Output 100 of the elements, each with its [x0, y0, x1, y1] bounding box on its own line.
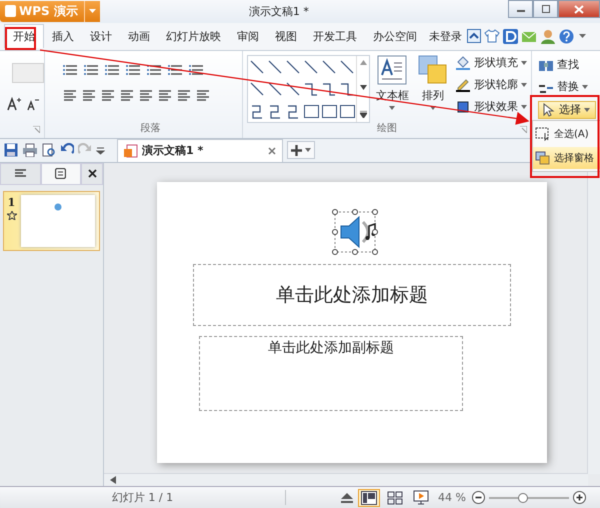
find-button[interactable]: 查找 [538, 56, 596, 73]
select-all-icon [535, 127, 551, 141]
maximize-button[interactable] [533, 0, 558, 18]
connector-shape-icon[interactable] [252, 105, 262, 118]
line-shape-icon[interactable] [286, 60, 300, 74]
eject-icon[interactable] [340, 492, 354, 504]
minimize-button[interactable] [508, 0, 533, 18]
help-icon[interactable] [559, 28, 574, 44]
line-shape-icon[interactable] [268, 60, 282, 74]
shape-fill-button[interactable]: 形状填充 [455, 54, 527, 71]
print-icon[interactable] [22, 143, 38, 158]
distribute-icon[interactable] [139, 89, 153, 102]
dialog-launcher-icon[interactable] [520, 126, 527, 133]
line-shape-icon[interactable] [250, 60, 264, 74]
close-icon[interactable] [268, 146, 276, 155]
rectangle-shape-icon[interactable] [322, 104, 337, 118]
menu-tab[interactable]: 幻灯片放映 [158, 24, 229, 48]
close-button[interactable] [558, 0, 600, 18]
shirt-icon[interactable] [484, 29, 500, 44]
save-icon[interactable] [4, 143, 18, 158]
slide-canvas[interactable]: 单击此处添加标题 单击此处添加副标题 [157, 182, 547, 463]
zoom-in-button[interactable] [572, 491, 586, 504]
connector-shape-icon[interactable] [341, 83, 353, 96]
line-shape-icon[interactable] [250, 82, 264, 96]
align-text-icon[interactable] [168, 62, 184, 77]
line-shape-icon[interactable] [268, 82, 282, 96]
menu-tab[interactable]: 办公空间 [365, 24, 425, 48]
zoom-slider-thumb[interactable] [518, 492, 528, 503]
collapse-ribbon-icon[interactable] [467, 29, 481, 44]
shape-effect-button[interactable]: 形状效果 [455, 98, 527, 115]
line-shape-icon[interactable] [304, 60, 318, 74]
scroll-up-icon[interactable] [360, 60, 366, 65]
line-break-icon[interactable] [189, 62, 205, 77]
caret-icon[interactable] [579, 33, 586, 40]
spacing-options-icon[interactable] [196, 89, 210, 102]
connector-shape-icon[interactable] [305, 83, 317, 96]
menu-item[interactable]: 选择窗格 [533, 147, 600, 169]
menu-tab[interactable]: 插入 [44, 24, 82, 48]
letter-d-icon[interactable] [503, 28, 518, 44]
menu-tab[interactable]: 设计 [82, 24, 120, 48]
text-direction-icon[interactable] [147, 62, 163, 77]
zoom-out-button[interactable] [472, 491, 485, 504]
print-preview-icon[interactable] [42, 143, 56, 158]
dialog-launcher-icon[interactable] [33, 126, 40, 133]
bullet-list-icon[interactable] [63, 62, 79, 77]
select-button[interactable]: 选择 [538, 100, 596, 119]
speaker-icon [54, 202, 62, 211]
expand-gallery-icon[interactable] [360, 110, 366, 118]
scroll-left-icon[interactable] [110, 476, 116, 484]
login-status[interactable]: 未登录 [429, 28, 462, 44]
menu-tab[interactable]: 动画 [120, 24, 158, 48]
grid-icon [387, 490, 403, 505]
rectangle-shape-icon[interactable] [304, 104, 319, 118]
numbered-list-icon[interactable] [84, 62, 100, 77]
line-shape-icon[interactable] [340, 60, 354, 74]
connector-shape-icon[interactable] [288, 105, 298, 118]
connector-shape-icon[interactable] [323, 83, 335, 96]
user-icon[interactable] [540, 28, 556, 44]
slide-thumbnail[interactable]: 1 [3, 190, 100, 251]
menu-tab[interactable]: 视图 [267, 24, 305, 48]
horizontal-scrollbar[interactable] [104, 473, 588, 486]
rectangle-shape-icon[interactable] [340, 104, 355, 118]
line-shape-icon[interactable] [322, 60, 336, 74]
document-title: 演示文稿1 * [142, 143, 204, 158]
grow-font-icon[interactable] [7, 96, 21, 111]
scroll-down-icon[interactable] [360, 85, 366, 90]
new-tab-button[interactable] [287, 141, 315, 160]
subtitle-placeholder[interactable]: 单击此处添加副标题 [199, 336, 463, 411]
menu-tab[interactable]: 开发工具 [305, 24, 365, 48]
align-left-icon[interactable] [63, 89, 77, 102]
paragraph-spacing-icon[interactable] [177, 89, 191, 102]
arrange-button[interactable]: 排列 [414, 54, 451, 123]
line-shape-icon[interactable] [286, 82, 300, 96]
window-title: 演示文稿1 * [248, 4, 310, 19]
replace-button[interactable]: 替换 [538, 78, 596, 95]
line-spacing-icon[interactable] [158, 89, 172, 102]
close-panel-button[interactable] [81, 162, 103, 185]
justify-icon[interactable] [120, 89, 134, 102]
shrink-font-icon[interactable] [26, 96, 40, 111]
app-menu-dropdown[interactable] [84, 0, 100, 22]
document-tab[interactable]: 演示文稿1 * [117, 138, 283, 162]
title-placeholder[interactable]: 单击此处添加标题 [193, 264, 511, 326]
font-size-field[interactable] [12, 62, 44, 83]
align-center-icon[interactable] [82, 89, 96, 102]
normal-view-button[interactable] [358, 488, 380, 507]
menu-tab[interactable]: 审阅 [229, 24, 267, 48]
outline-tab[interactable] [0, 162, 40, 185]
decrease-indent-icon[interactable] [105, 62, 121, 77]
shape-gallery[interactable] [247, 54, 370, 123]
shape-outline-button[interactable]: 形状轮廓 [455, 76, 527, 93]
connector-shape-icon[interactable] [270, 105, 280, 118]
close-icon [574, 4, 584, 14]
slides-tab[interactable] [40, 162, 81, 185]
increase-indent-icon[interactable] [126, 62, 142, 77]
menu-item[interactable]: 全选(A) [533, 123, 600, 145]
minus-icon [472, 491, 485, 504]
customize-icon[interactable] [96, 146, 105, 155]
plus-icon [572, 491, 586, 504]
align-right-icon[interactable] [101, 89, 115, 102]
caret-icon [521, 82, 527, 87]
